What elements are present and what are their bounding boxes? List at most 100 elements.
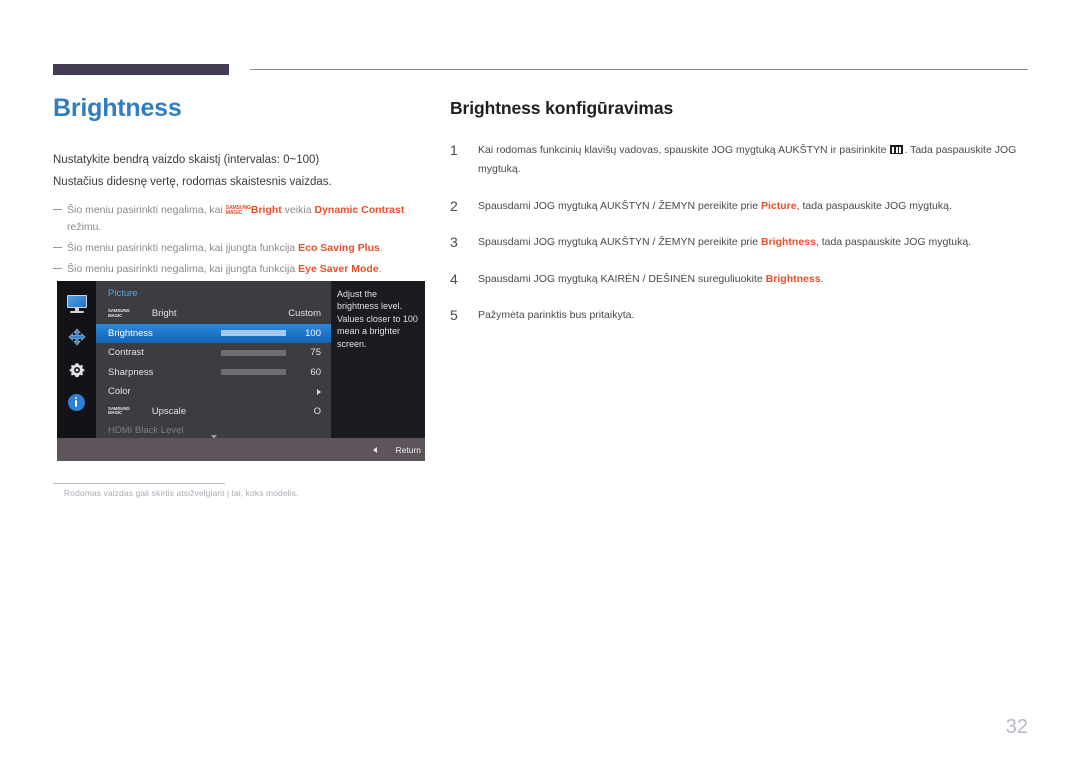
- osd-screenshot: Picture SAMSUNG MAGIC Bright Custom Brig…: [57, 281, 425, 461]
- osd-category-rail[interactable]: [57, 281, 96, 438]
- note-text-middle: veikia: [281, 204, 315, 217]
- step-text-before: Kai rodomas funkcinių klavišų vadovas, s…: [478, 144, 890, 156]
- osd-row-value: O: [313, 405, 321, 417]
- monitor-icon[interactable]: [66, 294, 88, 314]
- samsung-magic-logo: SAMSUNG MAGIC: [108, 406, 130, 416]
- note-bold-1: Bright: [250, 204, 282, 217]
- dash-icon: [53, 268, 62, 270]
- step-text-before: Pažymėta parinktis bus pritaikyta.: [478, 309, 635, 322]
- page-number: 32: [1005, 716, 1028, 738]
- osd-row-magicbright[interactable]: SAMSUNG MAGIC Bright Custom: [96, 304, 331, 324]
- brightness-slider[interactable]: [221, 330, 286, 337]
- image-caption: Rodomas vaizdas gali skirtis atsižvelgia…: [64, 488, 299, 498]
- step-text: Spausdami JOG mygtuką AUKŠTYN / ŽEMYN pe…: [478, 197, 1030, 216]
- note-text-before: Šio meniu pasirinkti negalima, kai: [67, 204, 226, 217]
- sharpness-slider[interactable]: [221, 369, 286, 376]
- step-item: 4 Spausdami JOG mygtuką KAIRĖN / DEŠINĖN…: [450, 270, 1030, 289]
- step-number: 5: [450, 307, 458, 324]
- osd-footer-bar: Return: [57, 438, 425, 461]
- magic-bottom: MAGIC: [108, 410, 123, 416]
- header-rules: [53, 64, 1028, 76]
- step-text: Spausdami JOG mygtuką AUKŠTYN / ŽEMYN pe…: [478, 233, 1030, 252]
- osd-row-label: Sharpness: [108, 366, 154, 378]
- dash-icon: [53, 246, 62, 248]
- step-text-after: , tada paspauskite JOG mygtuką.: [815, 236, 972, 249]
- osd-menu-panel: Picture SAMSUNG MAGIC Bright Custom Brig…: [96, 281, 331, 441]
- note-text-before: Šio meniu pasirinkti negalima, kai įjung…: [67, 263, 299, 276]
- note-text-before: Šio meniu pasirinkti negalima, kai įjung…: [67, 241, 299, 254]
- osd-row-label: HDMI Black Level: [108, 425, 184, 437]
- osd-row-color[interactable]: Color: [96, 382, 331, 402]
- page-title: Brightness: [53, 94, 182, 122]
- step-text-after: , tada paspauskite JOG mygtuką.: [796, 199, 952, 212]
- osd-menu-rows: SAMSUNG MAGIC Bright Custom Brightness 1…: [96, 304, 331, 441]
- step-number: 1: [450, 142, 458, 158]
- step-text-bold: Brightness: [761, 236, 816, 249]
- step-text: Kai rodomas funkcinių klavišų vadovas, s…: [478, 141, 1030, 180]
- samsung-magic-logo: SAMSUNG MAGIC: [108, 308, 130, 318]
- section-title: Brightness konfigūravimas: [450, 98, 674, 118]
- right-column: Brightness konfigūravimas 1 Kai rodomas …: [450, 98, 1030, 343]
- osd-row-sharpness[interactable]: Sharpness 60: [96, 363, 331, 383]
- step-text-bold: Brightness: [765, 272, 821, 285]
- step-number: 4: [450, 270, 458, 287]
- osd-row-brightness[interactable]: Brightness 100: [96, 323, 331, 343]
- note-item: Šio meniu pasirinkti negalima, kai įjung…: [53, 240, 428, 256]
- step-text-before: Spausdami JOG mygtuką KAIRĖN / DEŠINĖN s…: [478, 272, 766, 285]
- osd-row-value: 100: [305, 327, 321, 339]
- osd-row-value: 75: [310, 347, 321, 359]
- osd-row-value: [281, 388, 321, 395]
- lead-line-2: Nustačius didesnę vertę, rodomas skaiste…: [53, 176, 332, 189]
- magic-upscale-word: Upscale: [151, 405, 187, 417]
- step-item: 2 Spausdami JOG mygtuką AUKŠTYN / ŽEMYN …: [450, 197, 1030, 216]
- note-item: Šio meniu pasirinkti negalima, kai įjung…: [53, 261, 428, 277]
- step-text: Pažymėta parinktis bus pritaikyta.: [478, 306, 1030, 325]
- magic-bright-label: SAMSUNG MAGIC Bright: [108, 308, 177, 319]
- magic-bottom: MAGIC: [225, 209, 243, 216]
- step-text-bold: Picture: [761, 199, 797, 212]
- step-number: 3: [450, 234, 458, 251]
- note-bold-1: Eye Saver Mode: [298, 263, 379, 276]
- notes-list: Šio meniu pasirinkti negalima, kai SAMSU…: [53, 202, 428, 277]
- note-text-after: .: [378, 263, 382, 276]
- note-text-after: režimu.: [67, 220, 102, 233]
- step-text: Spausdami JOG mygtuką KAIRĖN / DEŠINĖN s…: [478, 270, 1030, 289]
- note-item: Šio meniu pasirinkti negalima, kai SAMSU…: [53, 202, 428, 235]
- step-text-before: Spausdami JOG mygtuką AUKŠTYN / ŽEMYN pe…: [478, 199, 762, 212]
- osd-row-value: Custom: [288, 308, 321, 320]
- contrast-slider[interactable]: [221, 349, 286, 356]
- osd-menu-title: Picture: [108, 288, 138, 299]
- osd-row-magicupscale[interactable]: SAMSUNG MAGIC Upscale O: [96, 402, 331, 422]
- osd-help-panel: Adjust the brightness level. Values clos…: [331, 281, 425, 438]
- four-way-arrows-icon[interactable]: [66, 327, 88, 347]
- step-item: 3 Spausdami JOG mygtuką AUKŠTYN / ŽEMYN …: [450, 233, 1030, 252]
- magic-upscale-label: SAMSUNG MAGIC Upscale: [108, 406, 186, 417]
- caption-rule: [53, 483, 225, 484]
- dash-icon: [53, 209, 62, 211]
- note-text-after: .: [379, 241, 383, 254]
- osd-row-label: Contrast: [108, 347, 144, 359]
- header-rule-line: [250, 69, 1028, 70]
- magic-bottom: MAGIC: [108, 312, 123, 318]
- chevron-right-icon: [317, 388, 321, 395]
- gear-icon[interactable]: [66, 360, 88, 380]
- osd-row-contrast[interactable]: Contrast 75: [96, 343, 331, 363]
- note-bold-1: Eco Saving Plus: [298, 241, 380, 254]
- osd-row-label: Brightness: [108, 327, 153, 339]
- step-text-after: .: [820, 272, 824, 285]
- osd-row-value: 60: [310, 366, 321, 378]
- magic-bright-word: Bright: [151, 308, 177, 320]
- menu-icon: [890, 145, 904, 154]
- step-item: 5 Pažymėta parinktis bus pritaikyta.: [450, 306, 1030, 325]
- back-arrow-icon[interactable]: [373, 446, 378, 453]
- header-rule-accent: [53, 64, 229, 75]
- info-icon[interactable]: [66, 393, 88, 413]
- step-item: 1 Kai rodomas funkcinių klavišų vadovas,…: [450, 141, 1030, 180]
- osd-return-label[interactable]: Return: [395, 445, 421, 455]
- step-number: 2: [450, 197, 458, 214]
- note-bold-2: Dynamic Contrast: [314, 204, 405, 217]
- left-column: Brightness Nustatykite bendrą vaizdo ska…: [53, 94, 428, 283]
- osd-row-label: Color: [108, 386, 131, 398]
- step-text-before: Spausdami JOG mygtuką AUKŠTYN / ŽEMYN pe…: [478, 236, 762, 249]
- samsung-magic-logo: SAMSUNG MAGIC: [225, 205, 251, 216]
